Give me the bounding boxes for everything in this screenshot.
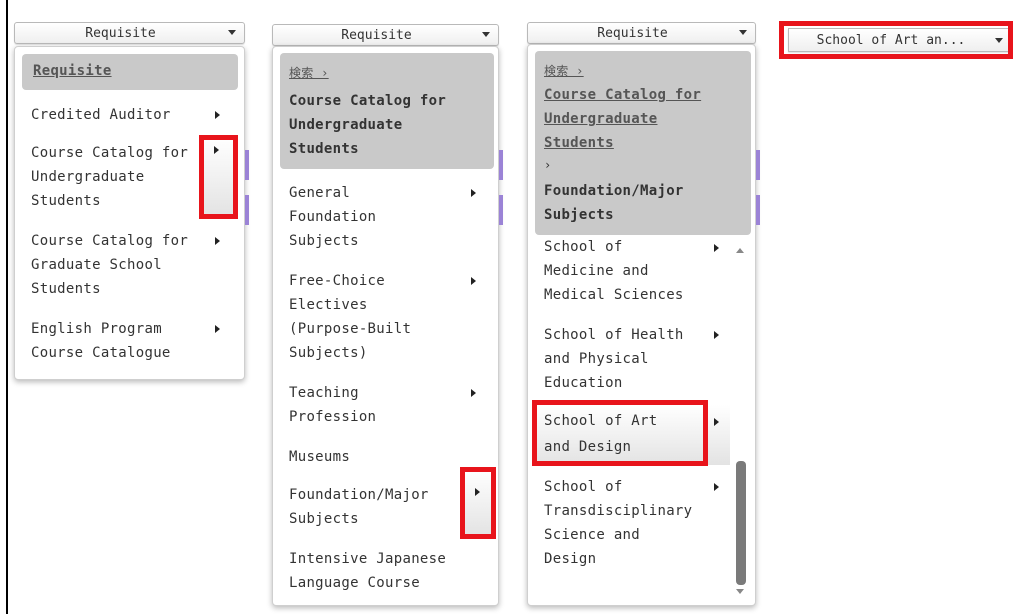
background-accent bbox=[245, 150, 249, 180]
submenu-arrow-icon[interactable] bbox=[214, 146, 219, 154]
menu-item-graduate-2[interactable]: Graduate School bbox=[31, 253, 162, 277]
menu-item-medicine-2[interactable]: Medicine and bbox=[544, 259, 649, 283]
scroll-down-icon[interactable] bbox=[736, 589, 744, 594]
submenu-arrow-icon bbox=[471, 277, 476, 285]
menu3-title-2: Subjects bbox=[544, 207, 614, 223]
submenu-arrow-icon bbox=[215, 325, 220, 333]
menu2-title-2: Undergraduate bbox=[289, 117, 403, 133]
menu-item-health-2[interactable]: and Physical bbox=[544, 347, 649, 371]
background-accent bbox=[756, 195, 760, 225]
breadcrumb-separator: › bbox=[544, 158, 552, 172]
breadcrumb-course-catalog-1[interactable]: Course Catalog for bbox=[544, 83, 701, 107]
chevron-down-icon bbox=[739, 30, 747, 35]
menu-item-undergrad-2[interactable]: Undergraduate bbox=[31, 165, 144, 189]
chevron-down-icon bbox=[482, 32, 490, 37]
menu-item-english-1[interactable]: English Program bbox=[31, 317, 162, 341]
background-accent bbox=[499, 195, 503, 225]
menu-item-transdisciplinary-4[interactable]: Design bbox=[544, 547, 596, 571]
menu-item-transdisciplinary-1[interactable]: School of bbox=[544, 475, 623, 499]
background-accent bbox=[499, 150, 503, 180]
submenu-arrow-icon bbox=[471, 389, 476, 397]
menu-item-medicine-3[interactable]: Medical Sciences bbox=[544, 283, 684, 307]
window-left-edge bbox=[6, 0, 8, 614]
menu2-title-1: Course Catalog for bbox=[289, 93, 447, 109]
category-select-2[interactable]: Requisite bbox=[272, 24, 499, 46]
breadcrumb-course-catalog-2[interactable]: Undergraduate bbox=[544, 107, 657, 131]
menu-item-freechoice-1[interactable]: Free-Choice bbox=[289, 269, 385, 293]
menu-item-teaching-1[interactable]: Teaching bbox=[289, 381, 359, 405]
menu-item-freechoice-4[interactable]: Subjects) bbox=[289, 341, 368, 365]
menu-item-medicine-1[interactable]: School of bbox=[544, 235, 623, 259]
menu-item-freechoice-3[interactable]: (Purpose-Built bbox=[289, 317, 411, 341]
menu3-title-1: Foundation/Major bbox=[544, 183, 684, 199]
menu-item-credited-auditor[interactable]: Credited Auditor bbox=[31, 103, 171, 127]
background-accent bbox=[756, 150, 760, 180]
breadcrumb-search[interactable]: 検索 › bbox=[289, 61, 329, 85]
scroll-up-icon[interactable] bbox=[736, 248, 744, 253]
menu-item-graduate-1[interactable]: Course Catalog for bbox=[31, 229, 188, 253]
chevron-down-icon bbox=[228, 30, 236, 35]
menu-item-japanese-2[interactable]: Language Course bbox=[289, 571, 420, 595]
select-label: Requisite bbox=[85, 25, 156, 41]
submenu-arrow-icon bbox=[471, 189, 476, 197]
menu-item-undergrad-3[interactable]: Students bbox=[31, 189, 101, 213]
red-annotation-box bbox=[532, 400, 708, 466]
menu-item-english-2[interactable]: Course Catalogue bbox=[31, 341, 171, 365]
menu-item-general-2[interactable]: Foundation bbox=[289, 205, 376, 229]
menu-item-transdisciplinary-3[interactable]: Science and bbox=[544, 523, 640, 547]
red-annotation-box bbox=[460, 467, 496, 539]
background-accent bbox=[245, 195, 249, 225]
category-select-3[interactable]: Requisite bbox=[527, 22, 756, 44]
menu-item-foundation-1[interactable]: Foundation/Major bbox=[289, 483, 429, 507]
breadcrumb-search[interactable]: 検索 › bbox=[544, 59, 584, 83]
scrollbar-thumb[interactable] bbox=[736, 461, 746, 585]
menu-item-japanese-1[interactable]: Intensive Japanese bbox=[289, 547, 446, 571]
menu-item-freechoice-2[interactable]: Electives bbox=[289, 293, 368, 317]
menu-item-health-1[interactable]: School of Health bbox=[544, 323, 684, 347]
menu-header-label[interactable]: Requisite bbox=[33, 59, 112, 83]
select-label: Requisite bbox=[597, 25, 668, 41]
menu-item-general-1[interactable]: General bbox=[289, 181, 350, 205]
select-label: Requisite bbox=[341, 27, 412, 43]
submenu-arrow-icon bbox=[215, 111, 220, 119]
menu-item-museums[interactable]: Museums bbox=[289, 445, 350, 469]
menu-item-undergrad-1[interactable]: Course Catalog for bbox=[31, 141, 188, 165]
menu-item-teaching-2[interactable]: Profession bbox=[289, 405, 376, 429]
submenu-arrow-icon bbox=[714, 331, 719, 339]
category-select-1[interactable]: Requisite bbox=[14, 22, 245, 44]
submenu-arrow-icon[interactable] bbox=[475, 488, 480, 496]
menu2-title-3: Students bbox=[289, 141, 359, 157]
dropdown-menu-3: 検索 › Course Catalog for Undergraduate St… bbox=[527, 44, 756, 606]
submenu-arrow-icon bbox=[215, 237, 220, 245]
menu-item-foundation-2[interactable]: Subjects bbox=[289, 507, 359, 531]
submenu-arrow-icon bbox=[714, 483, 719, 491]
breadcrumb-course-catalog-3[interactable]: Students bbox=[544, 131, 614, 155]
submenu-arrow-icon bbox=[714, 418, 719, 426]
menu-item-transdisciplinary-2[interactable]: Transdisciplinary bbox=[544, 499, 692, 523]
menu-item-health-3[interactable]: Education bbox=[544, 371, 623, 395]
menu-item-general-3[interactable]: Subjects bbox=[289, 229, 359, 253]
red-annotation-box bbox=[779, 21, 1013, 59]
menu-item-graduate-3[interactable]: Students bbox=[31, 277, 101, 301]
submenu-arrow-icon bbox=[714, 244, 719, 252]
